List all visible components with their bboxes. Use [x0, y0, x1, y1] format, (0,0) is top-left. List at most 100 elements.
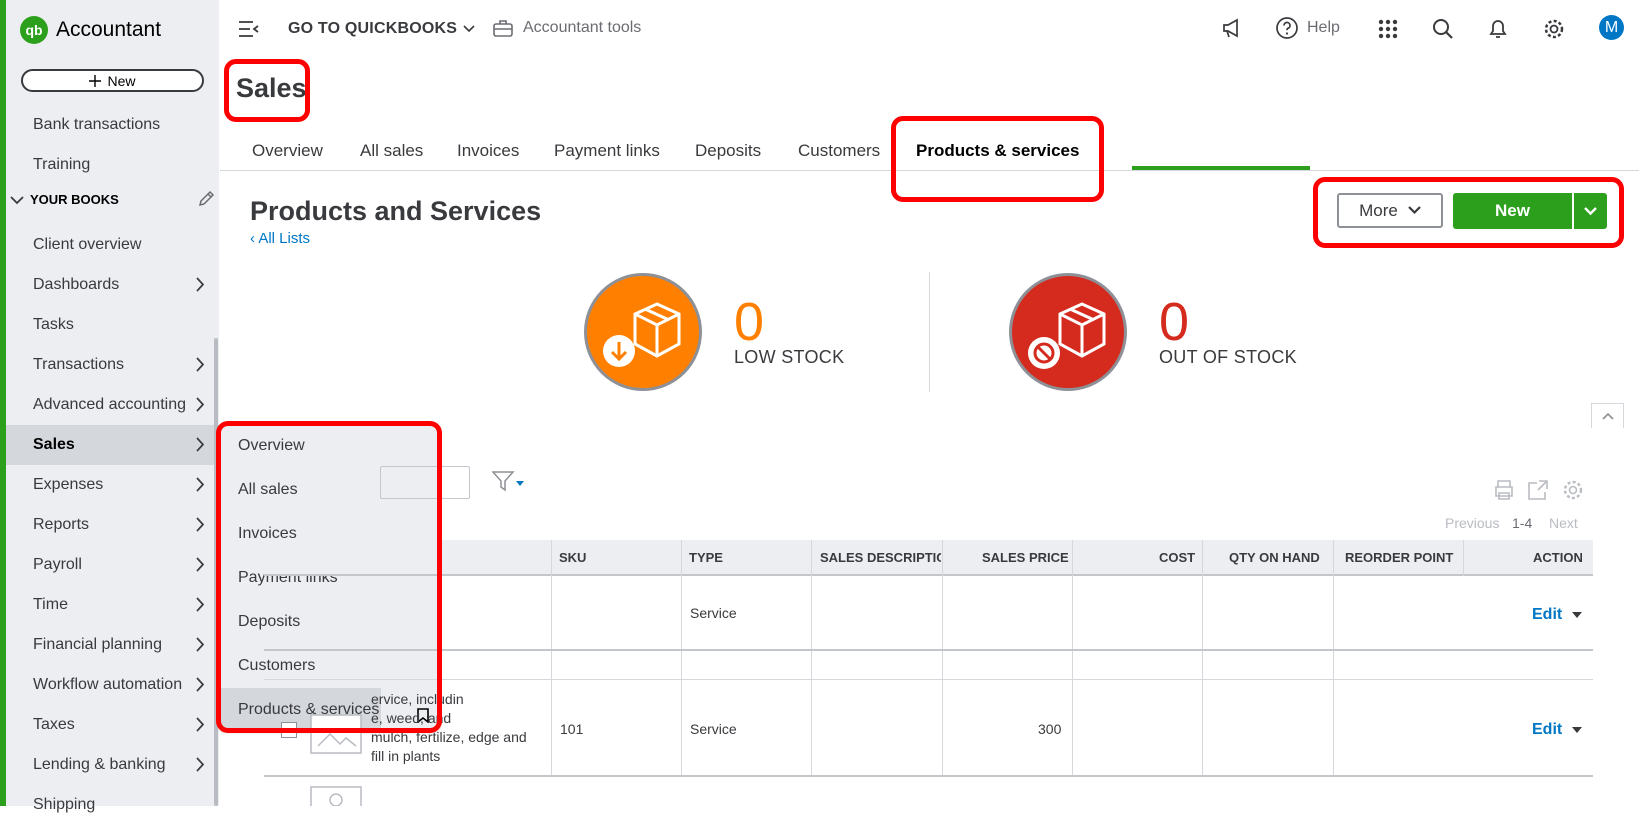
caret-down-icon[interactable]	[1572, 727, 1583, 733]
out-of-stock-count: 0	[1159, 292, 1190, 352]
pager-next[interactable]: Next	[1549, 515, 1578, 531]
sidebar-item-taxes[interactable]: Taxes	[6, 705, 219, 745]
row2-edit-link[interactable]: Edit	[1532, 721, 1583, 739]
tab-overview[interactable]: Overview	[252, 141, 323, 161]
chevron-right-icon	[196, 277, 205, 292]
sidebar-item-expenses[interactable]: Expenses	[6, 465, 219, 505]
sidebar-item-client-overview[interactable]: Client overview	[6, 225, 219, 265]
notification-bell-icon[interactable]	[1488, 18, 1508, 40]
chevron-right-icon	[196, 437, 205, 452]
flyout-item-overview[interactable]: Overview	[221, 424, 439, 468]
sidebar-item-label: Advanced accounting	[33, 396, 186, 413]
app-logo[interactable]: qb Accountant	[20, 16, 161, 44]
sidebar-item-training[interactable]: Training	[6, 145, 219, 185]
sidebar-item-transactions[interactable]: Transactions	[6, 345, 219, 385]
row1-edit-link[interactable]: Edit	[1532, 606, 1583, 624]
go-to-quickbooks-menu[interactable]: GO TO QUICKBOOKS	[288, 20, 475, 38]
sidebar-item-label: Transactions	[33, 356, 124, 373]
sidebar-item-lending-banking[interactable]: Lending & banking	[6, 745, 219, 785]
out-of-stock-circle[interactable]	[1009, 273, 1127, 391]
collapse-stock-button[interactable]	[1591, 403, 1624, 428]
sidebar-item-label: Shipping	[33, 796, 96, 813]
gear-icon[interactable]	[1543, 18, 1565, 40]
column-divider	[1202, 540, 1203, 776]
row2-edit-label: Edit	[1532, 721, 1563, 738]
stock-divider	[929, 272, 930, 392]
tab-payment-links[interactable]: Payment links	[554, 141, 660, 161]
product-search-input[interactable]	[380, 466, 470, 499]
sidebar-item-tasks[interactable]: Tasks	[6, 305, 219, 345]
accountant-tools-button[interactable]: Accountant tools	[493, 19, 641, 37]
column-header-reorder-point[interactable]: REORDER POINT	[1345, 550, 1453, 565]
chevron-right-icon	[196, 357, 205, 372]
megaphone-icon[interactable]	[1221, 18, 1243, 38]
pencil-icon[interactable]	[197, 190, 215, 208]
search-icon[interactable]	[1432, 18, 1454, 40]
column-header-sku[interactable]: SKU	[559, 550, 586, 565]
tab-products-services[interactable]: Products & services	[916, 141, 1079, 161]
column-header-qty-on-hand[interactable]: QTY ON HAND	[1229, 550, 1320, 565]
sidebar-item-dashboards[interactable]: Dashboards	[6, 265, 219, 305]
filter-icon[interactable]	[492, 471, 526, 493]
column-header-sales-price[interactable]: SALES PRICE	[982, 550, 1069, 565]
sidebar-item-label: Time	[33, 596, 68, 613]
chevron-left-icon: ‹	[250, 230, 255, 247]
sidebar-item-time[interactable]: Time	[6, 585, 219, 625]
help-button[interactable]: Help	[1275, 16, 1340, 40]
pager-previous[interactable]: Previous	[1445, 515, 1499, 531]
chevron-right-icon	[196, 677, 205, 692]
flyout-item-deposits[interactable]: Deposits	[221, 600, 439, 644]
menu-collapse-icon[interactable]	[238, 20, 260, 38]
tab-invoices[interactable]: Invoices	[457, 141, 519, 161]
tab-all-sales[interactable]: All sales	[360, 141, 423, 161]
box-blocked-icon	[1028, 302, 1106, 369]
go-to-quickbooks-label: GO TO QUICKBOOKS	[288, 20, 458, 37]
chevron-down-icon	[1408, 206, 1421, 215]
apps-grid-icon[interactable]	[1378, 19, 1398, 39]
row2-desc-line: e, weed, and	[371, 710, 452, 726]
table-settings-gear-icon[interactable]	[1562, 479, 1584, 501]
chevron-right-icon	[196, 557, 205, 572]
sidebar-item-reports[interactable]: Reports	[6, 505, 219, 545]
tab-customers[interactable]: Customers	[798, 141, 880, 161]
new-product-dropdown[interactable]	[1574, 193, 1607, 229]
sidebar-item-label: Reports	[33, 516, 90, 533]
print-icon[interactable]	[1493, 479, 1515, 501]
sidebar-item-label: Tasks	[33, 316, 74, 333]
quickbooks-logo-icon: qb	[20, 16, 48, 44]
sidebar-new-button[interactable]: New	[21, 69, 204, 92]
caret-down-icon[interactable]	[1572, 612, 1583, 618]
your-books-section-header[interactable]: YOUR BOOKS	[10, 190, 215, 208]
sidebar-item-financial-planning[interactable]: Financial planning	[6, 625, 219, 665]
export-icon[interactable]	[1527, 479, 1551, 501]
sidebar-item-bank-transactions[interactable]: Bank transactions	[6, 105, 219, 145]
sidebar-item-workflow-automation[interactable]: Workflow automation	[6, 665, 219, 705]
page-title: Sales	[236, 73, 307, 103]
user-avatar[interactable]: M	[1599, 15, 1624, 40]
your-books-label: YOUR BOOKS	[30, 192, 119, 207]
chevron-right-icon	[196, 517, 205, 532]
chevron-right-icon	[196, 717, 205, 732]
column-header-sales-description[interactable]: SALES DESCRIPTIO	[820, 550, 941, 565]
row2-checkbox-box[interactable]	[281, 722, 297, 738]
more-label: More	[1359, 200, 1398, 220]
sidebar-item-advanced-accounting[interactable]: Advanced accounting	[6, 385, 219, 425]
sidebar-item-label: Lending & banking	[33, 756, 166, 773]
low-stock-circle[interactable]	[584, 273, 702, 391]
sidebar-scrollbar[interactable]	[214, 338, 218, 806]
left-sidebar: qb Accountant New Bank transactions Trai…	[0, 0, 219, 813]
sidebar-item-shipping[interactable]: Shipping	[6, 785, 219, 825]
image-placeholder-icon	[310, 786, 362, 806]
tab-deposits[interactable]: Deposits	[695, 141, 761, 161]
more-button[interactable]: More	[1337, 193, 1443, 228]
new-product-button[interactable]: New	[1453, 193, 1572, 229]
sidebar-item-sales[interactable]: Sales	[6, 425, 219, 465]
row2-checkbox[interactable]	[281, 722, 297, 738]
all-lists-link[interactable]: ‹ All Lists	[250, 230, 310, 247]
help-icon	[1276, 17, 1298, 39]
column-header-type[interactable]: TYPE	[689, 550, 723, 565]
active-tab-indicator	[1132, 166, 1310, 170]
column-divider	[1072, 540, 1073, 776]
column-header-cost[interactable]: COST	[1159, 550, 1195, 565]
sidebar-item-payroll[interactable]: Payroll	[6, 545, 219, 585]
